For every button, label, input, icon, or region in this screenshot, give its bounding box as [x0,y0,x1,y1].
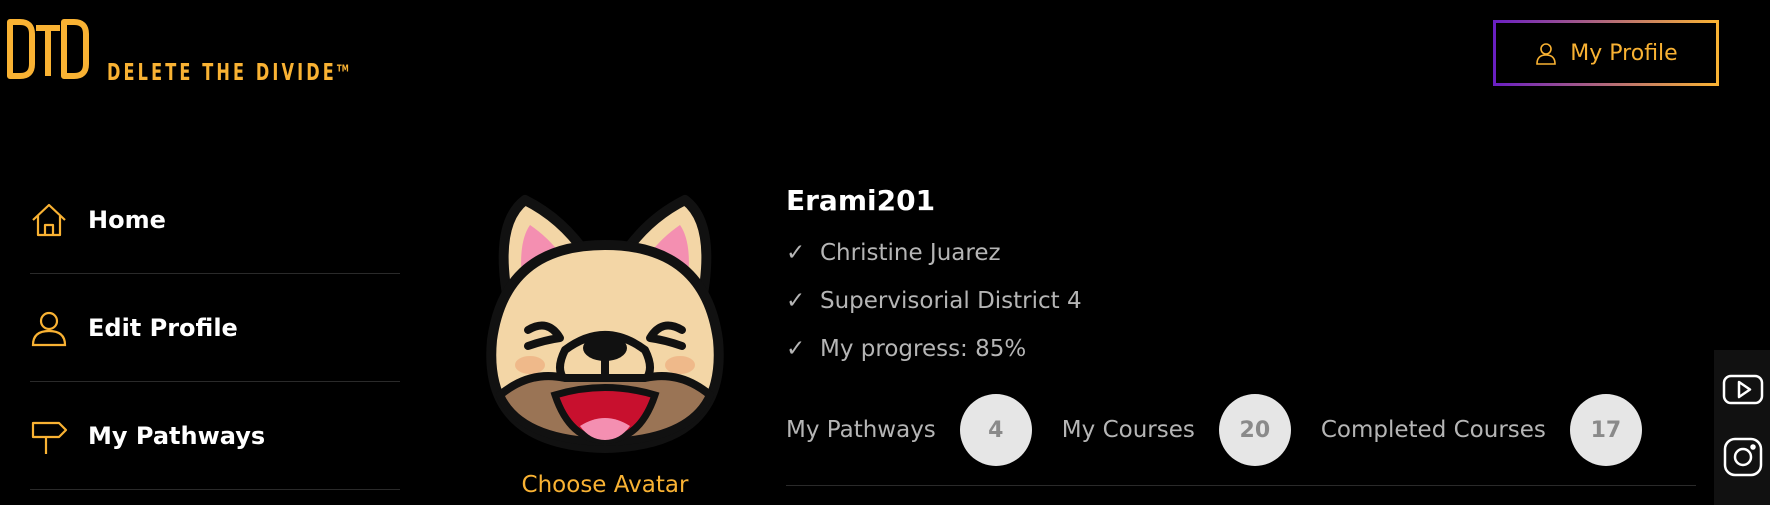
sidebar-item-label: Edit Profile [88,313,238,342]
stats-row: My Pathways 4 My Courses 20 Completed Co… [786,394,1672,466]
sidebar-item-label: Home [88,205,166,234]
stat-label-pathways: My Pathways [786,417,936,443]
check-icon: ✓ [786,240,806,266]
profile-info: Erami201 ✓ Christine Juarez ✓ Supervisoria… [786,184,1696,373]
dtd-logo-mark [7,19,89,79]
check-icon: ✓ [786,336,806,362]
profile-district-line: ✓ Supervisorial District 4 [786,277,1696,325]
instagram-icon[interactable] [1722,436,1764,478]
site-logo[interactable]: DELETE THE DIVIDETM [6,18,366,86]
user-icon [30,309,68,347]
my-profile-label: My Profile [1570,40,1678,66]
stat-label-courses: My Courses [1061,417,1195,443]
sidebar-item-edit-profile[interactable]: Edit Profile [30,274,400,382]
my-profile-button[interactable]: My Profile [1493,20,1719,86]
stat-count-completed-courses: 17 [1569,394,1642,466]
check-icon: ✓ [786,288,806,314]
logo-wordmark: DELETE THE DIVIDETM [107,60,349,86]
avatar-section: Choose Avatar [470,190,740,505]
stat-label-completed-courses: Completed Courses [1320,417,1546,443]
profile-progress-line: ✓ My progress: 85% [786,325,1696,373]
home-icon [30,201,68,239]
profile-district: Supervisorial District 4 [820,288,1082,314]
stats-divider [786,485,1696,486]
stat-count-pathways: 4 [959,394,1032,466]
sidebar-item-my-pathways[interactable]: My Pathways [30,382,400,490]
stat-count-courses: 20 [1218,394,1291,466]
sidebar-item-home[interactable]: Home [30,166,400,274]
social-links [1714,350,1770,505]
choose-avatar-link[interactable]: Choose Avatar [470,472,740,498]
signpost-icon [30,417,68,455]
profile-name: Christine Juarez [820,240,1001,266]
user-icon [1536,43,1557,65]
youtube-icon[interactable] [1722,368,1764,410]
sidebar-item-label: My Pathways [88,421,266,450]
sidebar-nav: Home Edit Profile My Pathways [30,166,400,490]
french-bulldog-avatar[interactable] [470,190,740,460]
profile-progress: My progress: 85% [820,336,1027,362]
username: Erami201 [786,184,936,217]
profile-name-line: ✓ Christine Juarez [786,229,1696,277]
